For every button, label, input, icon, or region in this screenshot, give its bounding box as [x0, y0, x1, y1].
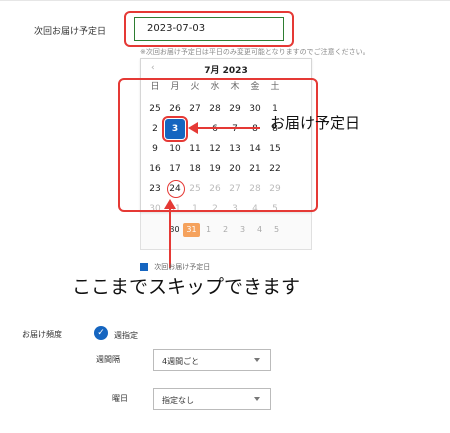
- check-icon[interactable]: ✓: [94, 326, 108, 340]
- interval-select[interactable]: 4週間ごと: [153, 349, 271, 371]
- arrow-head-up-icon: [164, 199, 176, 209]
- highlight-calendar: [118, 78, 318, 212]
- hidden-checkbox-label: 次回お届け予定日: [154, 263, 211, 271]
- chevron-down-icon: [254, 397, 260, 401]
- delivery-note: ※次回お届け予定日は平日のみ変更可能となりますのでご注意ください。: [140, 48, 370, 56]
- checkbox-icon[interactable]: [140, 263, 148, 271]
- weekday-label: 曜日: [112, 394, 128, 403]
- interval-label: 週間隔: [96, 355, 120, 364]
- arrow-label: お届け予定日: [270, 114, 361, 132]
- chevron-down-icon: [254, 358, 260, 362]
- arrow-head-left-icon: [188, 122, 198, 134]
- back-calendar-day: 2: [222, 225, 229, 234]
- back-calendar-day: 31: [183, 223, 200, 237]
- back-calendar-day: 4: [256, 225, 263, 234]
- frequency-option-label: 週指定: [114, 331, 138, 340]
- weekday-select[interactable]: 指定なし: [153, 388, 271, 410]
- back-calendar-day: 3: [239, 225, 246, 234]
- arrow-line: [196, 127, 260, 129]
- back-calendar-bottom-row: 30 31 1 2 3 4 5: [166, 223, 306, 237]
- weekday-select-value: 指定なし: [162, 396, 194, 405]
- arrow-line: [169, 208, 171, 268]
- back-calendar-day: 5: [273, 225, 280, 234]
- skip-annotation: ここまでスキップできます: [72, 276, 301, 298]
- frequency-label: お届け頻度: [22, 330, 62, 339]
- highlight-date-input: [124, 11, 294, 47]
- top-divider: [0, 0, 450, 1]
- back-calendar-day: 1: [205, 225, 212, 234]
- interval-select-value: 4週間ごと: [162, 357, 200, 366]
- calendar-month-title: 7月 2023: [204, 66, 248, 76]
- next-delivery-label: 次回お届け予定日: [34, 27, 107, 37]
